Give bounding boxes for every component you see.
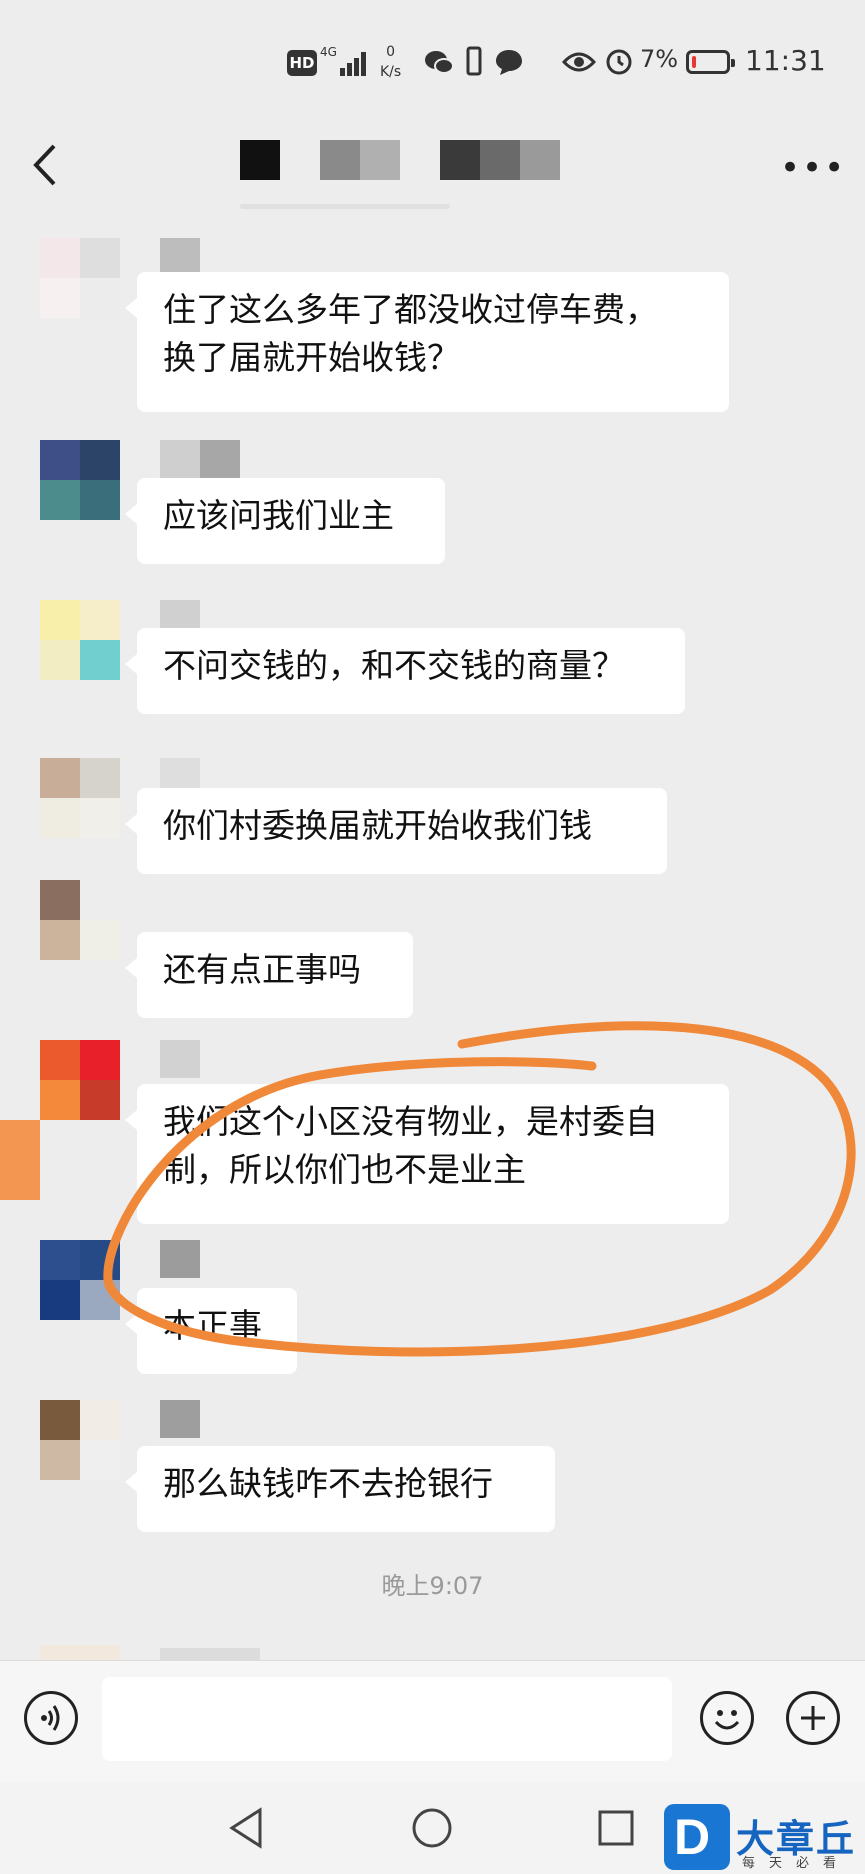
message-bubble[interactable]: 应该问我们业主 xyxy=(125,478,445,564)
input-bar xyxy=(0,1660,865,1783)
battery-percent: 7% xyxy=(640,45,679,73)
avatar[interactable] xyxy=(40,1240,120,1320)
sender-name-blurred xyxy=(160,1648,260,1660)
avatar[interactable] xyxy=(40,600,120,680)
add-icon[interactable] xyxy=(786,1691,840,1745)
avatar[interactable] xyxy=(40,880,120,960)
avatar[interactable] xyxy=(40,758,120,838)
avatar[interactable] xyxy=(40,1040,120,1120)
avatar[interactable] xyxy=(40,238,120,318)
avatar[interactable] xyxy=(40,440,120,520)
message-timestamp: 晚上9:07 xyxy=(381,1572,484,1600)
status-bar: HD 4G 0 K/s 7% 11:31 xyxy=(0,0,865,118)
nav-home-icon[interactable] xyxy=(410,1806,454,1850)
network-type: 4G xyxy=(320,45,337,59)
avatar xyxy=(40,1645,120,1660)
nav-back-icon[interactable] xyxy=(226,1806,266,1850)
watermark-d-icon: D xyxy=(664,1804,730,1870)
back-arrow-icon[interactable] xyxy=(28,140,64,190)
header-divider xyxy=(240,204,450,209)
nav-recents-icon[interactable] xyxy=(596,1808,636,1848)
speed-value: 0 xyxy=(386,44,396,60)
message-bubble[interactable]: 不问交钱的，和不交钱的商量？ xyxy=(125,628,685,714)
more-options-icon[interactable]: ••• xyxy=(780,148,846,188)
speed-unit: K/s xyxy=(380,64,402,80)
message-bubble[interactable]: 还有点正事吗 xyxy=(125,932,413,1018)
network-speed: 0 K/s xyxy=(380,42,401,82)
battery-icon xyxy=(686,50,735,74)
avatar[interactable] xyxy=(40,1400,120,1480)
message-bubble[interactable]: 本正事 xyxy=(125,1288,297,1374)
message-bubble[interactable]: 我们这个小区没有物业，是村委自 制，所以你们也不是业主 xyxy=(125,1084,729,1224)
message-bubble[interactable]: 你们村委换届就开始收我们钱 xyxy=(125,788,667,874)
clock: 11:31 xyxy=(745,44,826,77)
hd-badge: HD xyxy=(287,50,317,76)
message-input[interactable] xyxy=(102,1677,672,1761)
emoji-icon[interactable] xyxy=(700,1691,754,1745)
avatar-fragment xyxy=(0,1120,40,1200)
chat-header: ••• xyxy=(0,118,865,214)
eye-icon xyxy=(562,52,596,72)
alarm-icon xyxy=(606,49,632,75)
phone-icon xyxy=(466,46,482,76)
watermark-subtitle: 每天必看 xyxy=(742,1856,851,1871)
voice-input-icon[interactable] xyxy=(24,1691,78,1745)
wechat-icon xyxy=(425,51,454,74)
message-bubble[interactable]: 那么缺钱咋不去抢银行 xyxy=(125,1446,555,1532)
message-icon xyxy=(496,50,522,75)
message-bubble[interactable]: 住了这么多年了都没收过停车费， 换了届就开始收钱？ xyxy=(125,272,729,412)
